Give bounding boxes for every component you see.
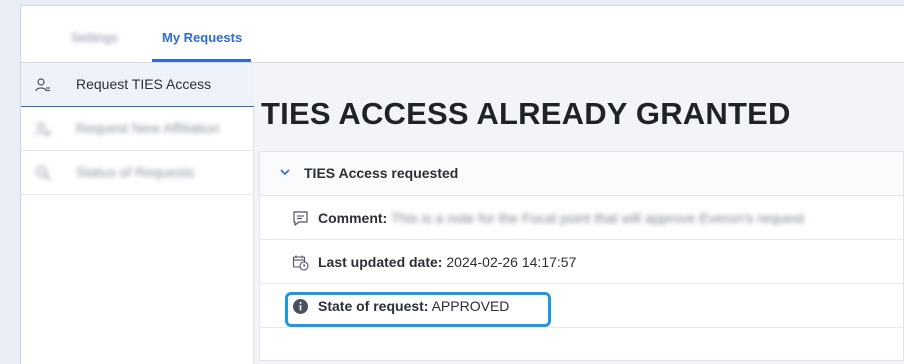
main-content: TIES ACCESS ALREADY GRANTED TIES Access … (254, 63, 904, 364)
card-header[interactable]: TIES Access requested (260, 152, 903, 196)
comment-row: Comment: This is a note for the Focal poi… (260, 195, 903, 240)
sidebar-item-request-ties-access[interactable]: Request TIES Access (21, 63, 254, 107)
page-title: TIES ACCESS ALREADY GRANTED (261, 96, 791, 131)
card-title: TIES Access requested (304, 165, 459, 181)
comment-label: Comment: (318, 210, 388, 226)
tab-my-requests[interactable]: My Requests (162, 30, 242, 45)
search-icon (35, 165, 51, 181)
user-add-icon (35, 121, 51, 137)
last-updated-value: 2024-02-26 14:17:57 (446, 254, 577, 270)
chevron-down-icon[interactable] (278, 165, 292, 179)
sidebar-item-label: Request TIES Access (76, 76, 212, 92)
calendar-clock-icon (292, 254, 309, 271)
tab-settings[interactable]: Settings (71, 30, 118, 45)
state-value: APPROVED (431, 298, 510, 314)
sidebar-item-label: Request New Affiliation (76, 120, 220, 136)
request-card: TIES Access requested Comment: This is a … (259, 151, 904, 361)
comment-value: This is a note for the Focal point that … (391, 210, 805, 226)
state-label: State of request: (318, 298, 429, 314)
last-updated-label: Last updated date: (318, 254, 443, 270)
app-window: Settings My Requests Request TIES Access (20, 5, 904, 364)
last-updated-text: Last updated date: 2024-02-26 14:17:57 (318, 254, 576, 270)
state-text: State of request: APPROVED (318, 298, 509, 314)
info-icon (292, 298, 309, 315)
comment-text: Comment: This is a note for the Focal poi… (318, 210, 804, 226)
sidebar-item-status-of-requests[interactable]: Status of Requests (21, 151, 254, 195)
user-list-icon (35, 77, 51, 93)
comment-icon (292, 210, 309, 227)
sidebar-item-request-new-affiliation[interactable]: Request New Affiliation (21, 107, 254, 151)
sidebar: Request TIES Access Request New Affiliat… (21, 63, 254, 364)
sidebar-item-label: Status of Requests (76, 164, 195, 180)
state-row: State of request: APPROVED (260, 283, 903, 328)
top-tab-bar: Settings My Requests (21, 6, 904, 63)
last-updated-row: Last updated date: 2024-02-26 14:17:57 (260, 239, 903, 284)
